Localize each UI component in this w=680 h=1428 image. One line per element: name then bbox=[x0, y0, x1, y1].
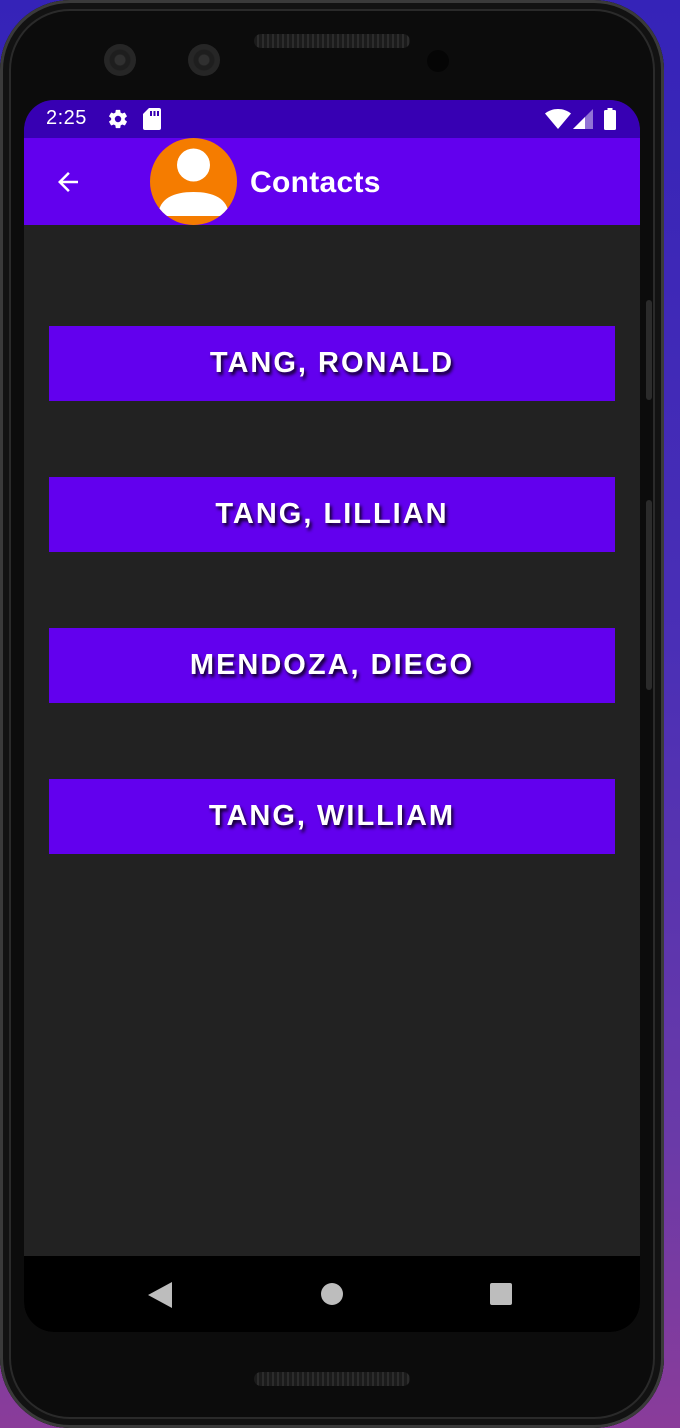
front-camera-icon bbox=[104, 44, 136, 76]
nav-home-icon[interactable] bbox=[321, 1283, 343, 1305]
earpiece-speaker bbox=[254, 34, 410, 48]
sd-card-icon bbox=[143, 108, 161, 130]
nav-back-icon[interactable] bbox=[148, 1282, 172, 1308]
page-title: Contacts bbox=[250, 166, 381, 199]
status-time: 2:25 bbox=[46, 107, 87, 129]
person-avatar-icon bbox=[158, 148, 229, 216]
avatar bbox=[150, 138, 237, 225]
cell-signal-icon bbox=[573, 109, 593, 129]
phone-frame: 2:25 Contacts TANG, RONALD TANG, LILLIAN… bbox=[0, 0, 664, 1428]
back-button[interactable] bbox=[46, 160, 90, 204]
bottom-speaker bbox=[254, 1372, 410, 1386]
power-button bbox=[646, 300, 652, 400]
wifi-icon bbox=[545, 109, 571, 129]
app-screen: 2:25 Contacts TANG, RONALD TANG, LILLIAN… bbox=[24, 100, 640, 1332]
front-camera-secondary-icon bbox=[188, 44, 220, 76]
nav-recents-icon[interactable] bbox=[490, 1283, 512, 1305]
contact-button-tang-lillian[interactable]: TANG, LILLIAN bbox=[49, 477, 615, 552]
gear-icon bbox=[109, 109, 127, 129]
system-nav-bar bbox=[24, 1256, 640, 1332]
volume-button bbox=[646, 500, 652, 690]
proximity-sensor bbox=[427, 50, 449, 72]
contact-button-tang-william[interactable]: TANG, WILLIAM bbox=[49, 779, 615, 854]
arrow-back-icon bbox=[58, 172, 78, 192]
contact-button-tang-ronald[interactable]: TANG, RONALD bbox=[49, 326, 615, 401]
status-bar: 2:25 bbox=[24, 100, 640, 138]
contact-list: TANG, RONALD TANG, LILLIAN MENDOZA, DIEG… bbox=[49, 326, 615, 930]
app-bar: Contacts bbox=[24, 138, 640, 225]
contact-button-mendoza-diego[interactable]: MENDOZA, DIEGO bbox=[49, 628, 615, 703]
battery-icon bbox=[604, 108, 616, 130]
